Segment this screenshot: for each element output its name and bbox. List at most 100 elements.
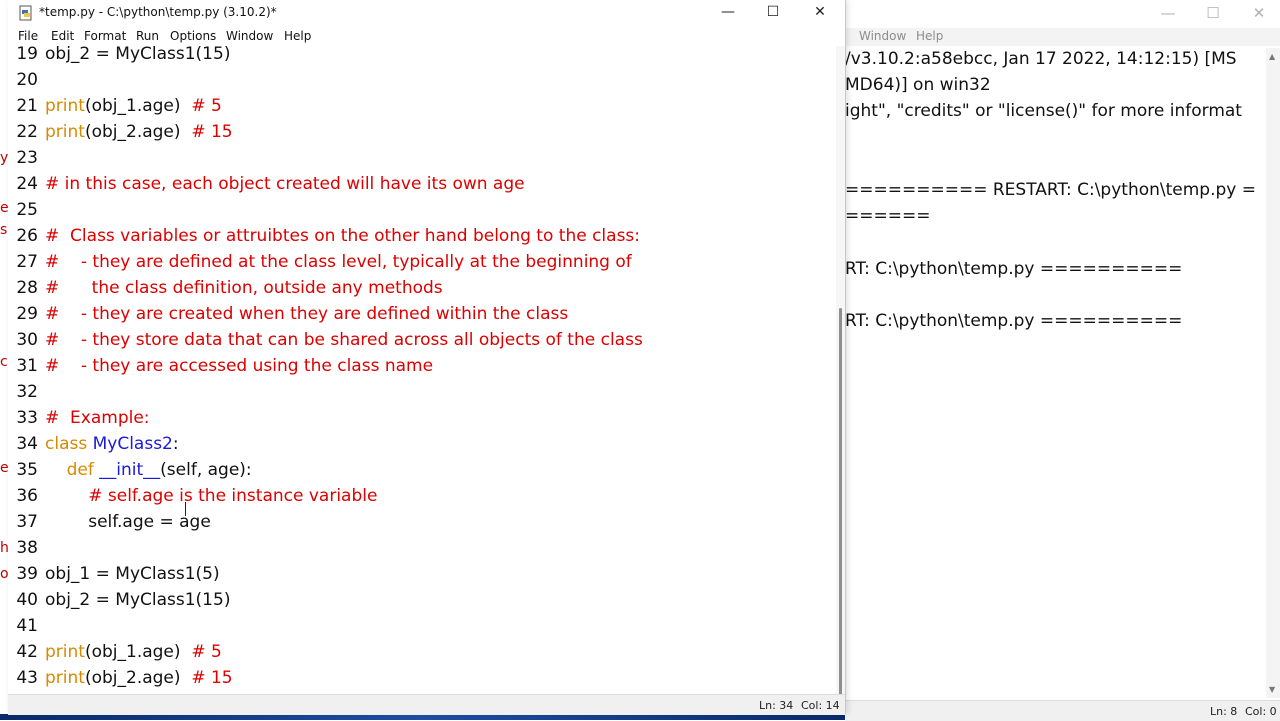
menu-options[interactable]: Options (170, 29, 216, 43)
code-token: # Example: (45, 408, 150, 428)
menu-run[interactable]: Run (136, 29, 159, 43)
code-token: # 5 (191, 642, 222, 662)
menu-format[interactable]: Format (84, 29, 126, 43)
close-icon[interactable]: ✕ (797, 0, 843, 26)
code-token: (obj_2.age) (84, 668, 192, 688)
shell-output-line: ight", "credits" or "license()" for more… (845, 101, 1242, 122)
code-text: print(obj_1.age) # 5 (45, 93, 222, 119)
shell-col-indicator: Col: 0 (1245, 705, 1277, 718)
code-token: # Class variables or attruibtes on the o… (45, 226, 641, 246)
code-text: print(obj_2.age) # 15 (45, 119, 233, 145)
code-token: # self.age is the instance variable (88, 486, 378, 506)
code-text: class MyClass2: (45, 431, 179, 457)
line-number: 37 (16, 512, 38, 532)
line-number: 40 (16, 590, 38, 610)
python-file-icon (19, 5, 32, 21)
code-token: # 15 (191, 122, 233, 142)
code-token: # - they are accessed using the class na… (45, 356, 434, 376)
code-token: (obj_1.age) (84, 642, 192, 662)
shell-scrollbar[interactable]: ▲ ▼ (1266, 48, 1280, 698)
line-number: 39 (16, 564, 38, 584)
code-text: self.age = age (45, 509, 211, 535)
editor-scrollbar[interactable] (836, 46, 845, 698)
code-token: (obj_1.age) (84, 96, 192, 116)
shell-output-line: MD64)] on win32 (845, 75, 991, 96)
line-number: 26 (16, 226, 38, 246)
code-text: def __init__(self, age): (45, 457, 252, 483)
minimize-icon[interactable]: — (705, 0, 751, 26)
code-text: # the class definition, outside any meth… (45, 275, 443, 301)
code-text: obj_2 = MyClass1(15) (45, 46, 230, 67)
editor-menubar: File Edit Format Run Options Window Help (8, 28, 845, 46)
code-token: # - they are defined at the class level,… (45, 252, 632, 272)
shell-statusbar: Ln: 8 Col: 0 (845, 700, 1280, 721)
code-text: obj_2 = MyClass1(15) (45, 587, 230, 613)
code-token: (obj_2.age) (84, 122, 192, 142)
menu-file[interactable]: File (18, 29, 38, 43)
shell-minimize-icon[interactable]: — (1145, 2, 1191, 24)
shell-output-line: ====== (845, 206, 931, 227)
code-token: # 15 (191, 668, 233, 688)
code-text: # - they are accessed using the class na… (45, 353, 433, 379)
menu-help[interactable]: Help (284, 29, 311, 43)
line-number: 28 (16, 278, 38, 298)
line-number: 43 (16, 668, 38, 688)
code-token: def (66, 460, 100, 480)
code-token: (self, age): (160, 460, 252, 480)
line-number: 34 (16, 434, 38, 454)
shell-output-line: RT: C:\python\temp.py ========== (845, 258, 1183, 279)
code-token: # the class definition, outside any meth… (45, 278, 443, 298)
code-text: obj_1 = MyClass1(5) (45, 561, 220, 587)
code-token: # - they store data that can be shared a… (45, 330, 643, 350)
line-number: 29 (16, 304, 38, 324)
code-text: print(obj_2.age) # 15 (45, 665, 233, 691)
menu-edit[interactable]: Edit (51, 29, 74, 43)
editor-titlebar[interactable]: *temp.py - C:\python\temp.py (3.10.2)* —… (8, 0, 845, 26)
scrollbar-thumb[interactable] (839, 308, 842, 698)
scroll-up-icon[interactable]: ▲ (1269, 52, 1275, 61)
line-number: 38 (16, 538, 38, 558)
code-text: # - they are defined at the class level,… (45, 249, 632, 275)
shell-output-line: ========== RESTART: C:\python\temp.py ==… (845, 180, 1257, 200)
code-text: # Example: (45, 405, 150, 431)
editor-window: *temp.py - C:\python\temp.py (3.10.2)* —… (8, 0, 846, 715)
maximize-icon[interactable]: ☐ (750, 0, 796, 26)
code-token: print (45, 122, 85, 142)
line-number: 22 (16, 122, 38, 142)
line-number: 31 (16, 356, 38, 376)
code-text: # self.age is the instance variable (45, 483, 377, 509)
code-token: obj_1 = MyClass1(5) (45, 564, 220, 584)
scroll-down-icon[interactable]: ▼ (1269, 685, 1275, 694)
code-editor[interactable]: 19 obj_2 = MyClass1(15) 20 21 print(obj_1.ag… (8, 46, 836, 694)
code-token: # in this case, each object created will… (45, 174, 525, 194)
shell-output[interactable]: /v3.10.2:a58ebcc, Jan 17 2022, 14:12:15)… (845, 48, 1257, 698)
editor-statusbar: Ln: 34 Col: 14 (8, 694, 845, 715)
code-token: MyClass2 (92, 434, 173, 454)
shell-close-icon[interactable]: ✕ (1236, 2, 1280, 24)
code-text: # Class variables or attruibtes on the o… (45, 223, 640, 249)
code-text: # - they are created when they are defin… (45, 301, 568, 327)
shell-output-line: /v3.10.2:a58ebcc, Jan 17 2022, 14:12:15)… (845, 49, 1237, 69)
shell-maximize-icon[interactable]: ☐ (1190, 2, 1236, 24)
code-token: : (172, 434, 179, 454)
shell-menu-help[interactable]: Help (916, 29, 943, 43)
line-number: 27 (16, 252, 38, 272)
menu-window[interactable]: Window (226, 29, 273, 43)
line-number: 42 (16, 642, 38, 662)
line-number: 24 (16, 174, 38, 194)
shell-menu-window[interactable]: Window (859, 29, 906, 43)
col-indicator: Col: 14 (801, 699, 840, 712)
shell-output-line: RT: C:\python\temp.py ========== (845, 311, 1183, 331)
line-number: 41 (16, 616, 38, 636)
code-token: class (45, 434, 93, 454)
code-text: print(obj_1.age) # 5 (45, 639, 222, 665)
line-number: 33 (16, 408, 38, 428)
line-number: 35 (16, 460, 38, 480)
line-number: 21 (16, 96, 38, 116)
code-text: # - they store data that can be shared a… (45, 327, 643, 353)
shell-line-indicator: Ln: 8 (1210, 705, 1238, 718)
line-number: 30 (16, 330, 38, 350)
code-token: # 5 (191, 96, 222, 116)
line-number: 20 (16, 70, 38, 90)
code-token: self.age = age (45, 512, 211, 532)
